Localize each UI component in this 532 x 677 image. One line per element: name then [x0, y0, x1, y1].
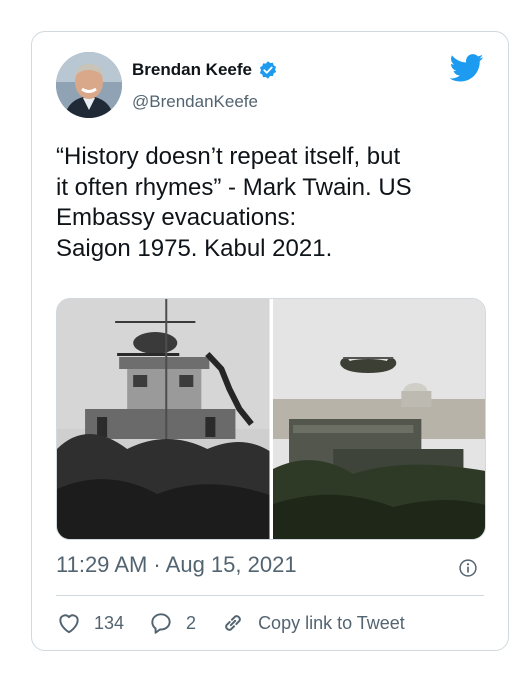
like-button[interactable]: 134	[56, 610, 124, 636]
action-bar: 134 2 Copy link to Tweet	[56, 610, 429, 636]
reply-button[interactable]: 2	[148, 610, 196, 636]
like-count: 134	[94, 612, 125, 633]
tweet-card[interactable]: Brendan Keefe @BrendanKeefe “History doe…	[31, 31, 509, 651]
tweet-timestamp[interactable]: 11:29 AM · Aug 15, 2021	[56, 552, 297, 578]
divider	[56, 595, 484, 596]
twitter-bird-icon[interactable]	[450, 54, 484, 82]
speech-bubble-icon	[151, 613, 171, 634]
author-name[interactable]: Brendan Keefe	[132, 60, 252, 80]
verified-badge-icon	[259, 61, 277, 79]
photo-kabul[interactable]	[272, 299, 486, 539]
tweet-media[interactable]	[56, 298, 486, 540]
copy-link-button[interactable]: Copy link to Tweet	[220, 610, 405, 636]
copy-link-label: Copy link to Tweet	[258, 612, 405, 633]
photo-saigon[interactable]	[57, 299, 270, 539]
avatar[interactable]	[56, 52, 122, 118]
link-icon	[225, 615, 241, 631]
tweet-text: “History doesn’t repeat itself, but it o…	[56, 143, 412, 262]
author-handle[interactable]: @BrendanKeefe	[132, 92, 258, 112]
heart-icon	[59, 614, 79, 634]
reply-count: 2	[186, 612, 197, 633]
info-icon[interactable]	[458, 558, 478, 578]
